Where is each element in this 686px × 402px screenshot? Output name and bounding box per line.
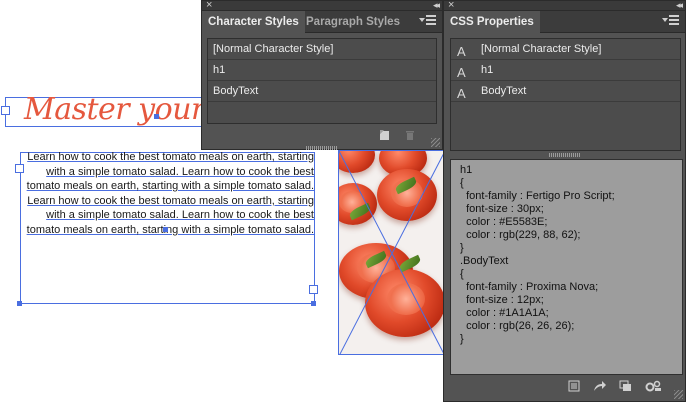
css-code-line: color : #1A1A1A;: [460, 307, 549, 319]
list-divider-handle[interactable]: [548, 153, 581, 157]
delete-style-icon[interactable]: [404, 129, 416, 141]
panel-resize-handle[interactable]: [306, 146, 338, 150]
css-code-line: }: [460, 333, 464, 345]
heading-frame-center-point: [154, 114, 159, 119]
style-item-normal[interactable]: [Normal Character Style]: [208, 39, 436, 60]
panel-menu-icon[interactable]: [419, 15, 436, 27]
tomato-image-frame[interactable]: [338, 150, 444, 355]
tab-paragraph-styles[interactable]: Paragraph Styles: [300, 11, 406, 33]
resize-grip-icon[interactable]: [431, 138, 440, 147]
settings-icon[interactable]: [644, 379, 662, 392]
css-code-line: font-size : 12px;: [460, 294, 544, 306]
panel-top-bar[interactable]: × ◂◂: [444, 0, 685, 11]
character-styles-panel: × ◂◂ Character Styles Paragraph Styles […: [201, 0, 443, 150]
character-style-icon: A: [457, 65, 466, 80]
character-style-icon: A: [457, 44, 466, 59]
css-code-line: .BodyText: [460, 255, 509, 267]
character-style-list: [Normal Character Style] h1 BodyText: [207, 38, 437, 124]
text-frame-out-port[interactable]: [309, 285, 318, 294]
frame-handle-bottom-right[interactable]: [311, 301, 316, 306]
css-code-line: color : rgb(229, 88, 62);: [460, 229, 581, 241]
css-code-line: font-family : Proxima Nova;: [460, 281, 599, 293]
copy-icon[interactable]: [619, 380, 633, 392]
text-frame-center-point: [163, 227, 168, 232]
tab-character-styles[interactable]: Character Styles: [202, 11, 305, 33]
image-frame-diagonals: [339, 151, 443, 354]
tab-css-properties[interactable]: CSS Properties: [444, 11, 540, 33]
css-code-line: color : rgb(26, 26, 26);: [460, 320, 575, 332]
css-code-line: h1: [460, 164, 473, 176]
css-item-label: [Normal Character Style]: [481, 43, 602, 55]
body-text[interactable]: Learn how to cook the best tomato meals …: [25, 150, 314, 238]
css-item-label: h1: [481, 64, 494, 76]
css-item-label: BodyText: [481, 85, 527, 97]
css-code-line: color : #E5583E;: [460, 216, 548, 228]
character-style-icon: A: [457, 86, 466, 101]
panel-footer: [202, 125, 442, 150]
resize-grip-icon[interactable]: [674, 390, 683, 399]
panel-menu-icon[interactable]: [662, 15, 679, 27]
css-code-view[interactable]: h1 { font-family : Fertigo Pro Script; f…: [450, 159, 683, 375]
css-panel-footer: [444, 377, 685, 401]
css-code-line: {: [460, 177, 464, 189]
new-style-icon[interactable]: [378, 129, 390, 141]
frame-handle-bottom-left[interactable]: [17, 301, 22, 306]
panel-top-bar[interactable]: × ◂◂: [202, 0, 442, 11]
heading-frame-handle[interactable]: [1, 106, 10, 115]
css-code-line: }: [460, 242, 464, 254]
css-style-list: A [Normal Character Style] A h1 A BodyTe…: [450, 38, 681, 151]
css-code-line: font-family : Fertigo Pro Script;: [460, 190, 615, 202]
style-item-h1[interactable]: h1: [208, 60, 436, 81]
css-code-line: font-size : 30px;: [460, 203, 544, 215]
tab-bar: Character Styles Paragraph Styles: [202, 11, 442, 33]
generate-css-icon[interactable]: [568, 380, 580, 392]
share-icon[interactable]: [593, 380, 607, 392]
text-frame-in-port[interactable]: [15, 164, 24, 173]
style-item-bodytext[interactable]: BodyText: [208, 81, 436, 102]
css-item-bodytext[interactable]: A BodyText: [451, 81, 680, 102]
css-item-h1[interactable]: A h1: [451, 60, 680, 81]
css-properties-panel: × ◂◂ CSS Properties A [Normal Character …: [443, 0, 686, 402]
css-code-line: {: [460, 268, 464, 280]
css-item-normal[interactable]: A [Normal Character Style]: [451, 39, 680, 60]
tab-bar: CSS Properties: [444, 11, 685, 33]
